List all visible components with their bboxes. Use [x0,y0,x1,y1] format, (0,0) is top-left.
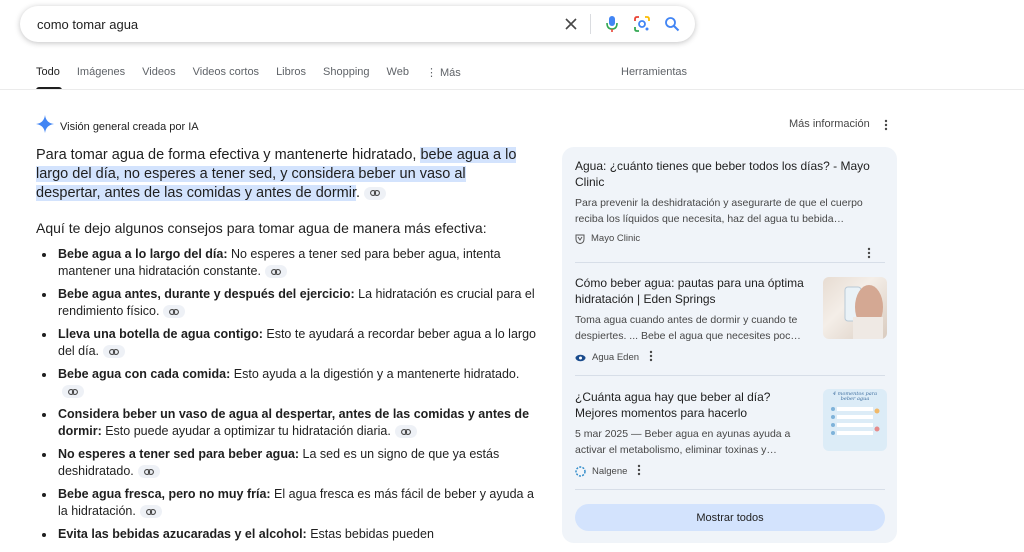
tip-title: Bebe agua con cada comida: [58,367,231,381]
search-bar[interactable] [20,6,695,42]
tab-imagenes[interactable]: Imágenes [77,66,125,90]
tip-title: No esperes a tener sed para beber agua: [58,447,300,461]
tips-heading: Aquí te dejo algunos consejos para tomar… [36,220,487,236]
citation-link-icon[interactable] [103,345,126,359]
tip-title: Bebe agua a lo largo del día: [58,247,228,261]
search-divider [590,14,591,34]
tip-text: Estas bebidas pueden [306,527,434,541]
source-site: Nalgene [592,466,628,477]
more-vert-icon: ⋮ [425,67,441,79]
tab-mas-label: Más [440,67,461,79]
tip-title: Bebe agua fresca, pero no muy fría: [58,487,271,501]
clear-icon[interactable] [560,13,582,35]
summary-text: Para tomar agua de forma efectiva y mant… [36,147,421,163]
source-meta: Mayo Clinic [575,233,885,244]
citation-link-icon[interactable] [139,505,162,519]
source-card[interactable]: Cómo beber agua: pautas para una óptima … [575,275,887,365]
tip-title: Evita las bebidas azucaradas y el alcoho… [58,527,307,541]
source-title[interactable]: ¿Cuánta agua hay que beber al día? Mejor… [575,389,810,421]
tab-videos-cortos[interactable]: Videos cortos [193,66,259,90]
tab-mas[interactable]: ⋮ Más [426,66,461,90]
summary-end: . [355,185,361,201]
search-input[interactable] [37,16,560,32]
nalgene-favicon-icon [575,466,586,477]
ai-overview-title: Visión general creada por IA [60,120,199,133]
tip-title: Bebe agua antes, durante y después del e… [58,287,355,301]
source-title[interactable]: Agua: ¿cuánto tienes que beber todos los… [575,158,885,190]
ai-overview-header: Visión general creada por IA [36,115,199,138]
ai-summary: Para tomar agua de forma efectiva y mant… [36,146,526,203]
source-divider [575,489,885,490]
tab-web[interactable]: Web [387,66,409,90]
tab-libros[interactable]: Libros [276,66,306,90]
list-item: Bebe agua a lo largo del día: No esperes… [42,246,540,280]
tip-title: Lleva una botella de agua contigo: [58,327,263,341]
tools-button[interactable]: Herramientas [621,66,687,78]
tabs-divider [0,89,1024,90]
list-item: No esperes a tener sed para beber agua: … [42,446,540,480]
tab-todo[interactable]: Todo [36,66,62,90]
list-item: Bebe agua con cada comida: Esto ayuda a … [42,366,540,400]
list-item: Evita las bebidas azucaradas y el alcoho… [42,526,540,543]
citation-link-icon[interactable] [364,186,387,200]
microphone-icon[interactable] [601,13,623,35]
mayo-clinic-favicon-icon [575,234,585,244]
search-icon[interactable] [661,13,683,35]
more-options-icon[interactable] [884,118,888,136]
lens-icon[interactable] [631,13,653,35]
list-item: Bebe agua fresca, pero no muy fría: El a… [42,486,540,520]
source-site: Mayo Clinic [591,233,641,244]
tips-list: Bebe agua a lo largo del día: No esperes… [42,246,540,549]
search-tabs: Todo Imágenes Videos Videos cortos Libro… [36,66,1024,90]
source-options-icon[interactable] [637,464,641,479]
tip-text: Esto ayuda a la digestión y a mantenerte… [230,367,520,381]
source-card[interactable]: ¿Cuánta agua hay que beber al día? Mejor… [575,389,887,479]
source-meta: Agua Eden [575,350,885,365]
source-snippet: Toma agua cuando antes de dormir y cuand… [575,314,801,342]
source-divider [575,375,885,376]
citation-link-icon[interactable] [62,385,84,399]
source-snippet: Para prevenir la deshidratación y asegur… [575,197,863,225]
source-title[interactable]: Cómo beber agua: pautas para una óptima … [575,275,810,307]
list-item: Considera beber un vaso de agua al despe… [42,406,540,440]
citation-link-icon[interactable] [264,265,287,279]
source-thumbnail[interactable] [823,277,887,339]
source-snippet: 5 mar 2025 — Beber agua en ayunas ayuda … [575,428,791,456]
source-thumbnail[interactable]: 4 momentos para beber agua [823,389,887,451]
tab-videos[interactable]: Videos [142,66,175,90]
citation-link-icon[interactable] [394,425,417,439]
list-item: Bebe agua antes, durante y después del e… [42,286,540,320]
source-divider [575,262,885,263]
source-site: Agua Eden [592,352,640,363]
sources-panel: Agua: ¿cuánto tienes que beber todos los… [562,147,897,543]
source-options-icon[interactable] [649,350,653,365]
source-meta: Nalgene [575,464,885,479]
tip-text: Esto puede ayudar a optimizar tu hidrata… [101,424,391,438]
source-card[interactable]: Agua: ¿cuánto tienes que beber todos los… [575,158,885,259]
list-item: Lleva una botella de agua contigo: Esto … [42,326,540,360]
show-all-button[interactable]: Mostrar todos [575,504,885,531]
eye-favicon-icon [575,354,586,362]
citation-link-icon[interactable] [163,305,186,319]
more-info-link[interactable]: Más información [789,118,870,130]
citation-link-icon[interactable] [137,465,160,479]
tab-shopping[interactable]: Shopping [323,66,370,90]
gemini-sparkle-icon [36,115,54,138]
